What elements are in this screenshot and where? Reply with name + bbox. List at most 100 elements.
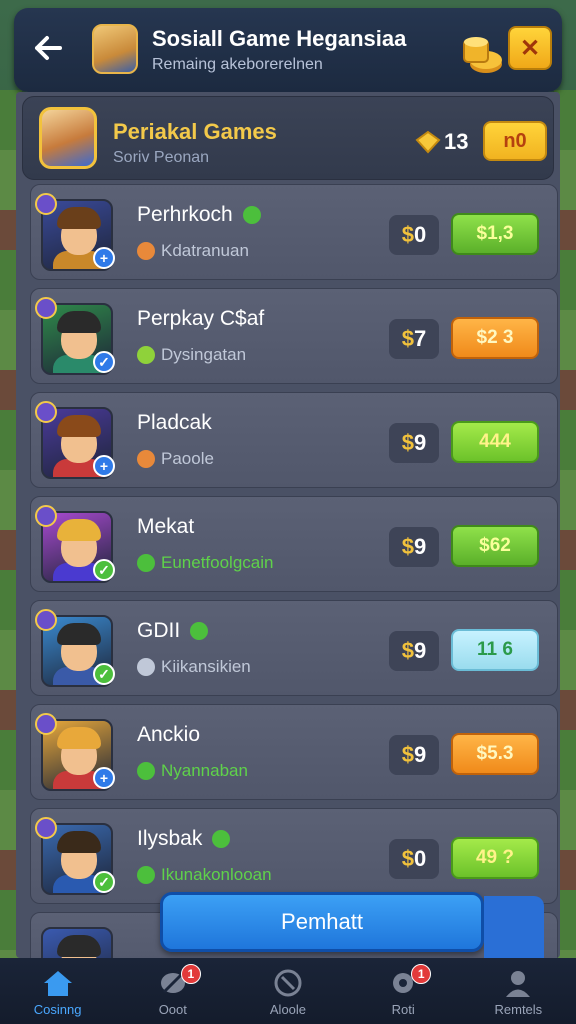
price-value: 9: [414, 430, 427, 455]
gem-icon: [415, 130, 441, 154]
game-row[interactable]: + Perhrkoch Kdatranuan $ 0 $1,3: [30, 184, 558, 280]
game-name-text: GDII: [137, 619, 181, 642]
game-list-panel: Periakal Games Soriv Peonan 13 n0 + Perh…: [16, 92, 560, 958]
game-name-text: Ilysbak: [137, 827, 203, 850]
game-subline: Kiikansikien: [137, 657, 251, 677]
character-hair: [57, 727, 101, 749]
game-subtitle: Ikunakonlooan: [161, 865, 272, 884]
dollar-icon: $: [401, 430, 414, 455]
gold-coins-icon[interactable]: [456, 30, 506, 76]
game-name: Perpkay C$af: [137, 307, 264, 331]
header-subtitle: Soriv Peonan: [113, 149, 210, 166]
game-row[interactable]: ✓ GDII Kiikansikien $ 9 11 6: [30, 600, 558, 696]
game-row[interactable]: + Anckio Nyannaban $ 9 $5.3: [30, 704, 558, 800]
buy-button[interactable]: $1,3: [451, 213, 539, 255]
nav-item-roti[interactable]: Roti 1: [353, 958, 453, 1024]
page-title: Sosiall Game Hegansiaa: [152, 26, 407, 51]
tag-icon: [137, 242, 155, 260]
game-subtitle: Kdatranuan: [161, 241, 249, 260]
online-dot-icon: [242, 206, 261, 225]
cta-side-panel: [484, 896, 544, 958]
nav-item-remtels[interactable]: Remtels: [468, 958, 568, 1024]
rank-badge-icon: [35, 193, 57, 215]
game-subline: Eunetfoolgcain: [137, 553, 273, 573]
dollar-icon: $: [401, 638, 414, 663]
nav-label: Ooot: [158, 1001, 187, 1017]
buy-button[interactable]: 444: [451, 421, 539, 463]
tag-icon: [137, 450, 155, 468]
game-name-text: Anckio: [137, 723, 201, 746]
price-chip: $ 9: [389, 735, 439, 775]
header-action-button[interactable]: n0: [483, 121, 547, 161]
game-row[interactable]: + Pladcak Paoole $ 9 444: [30, 392, 558, 488]
status-badge-icon: +: [93, 247, 115, 269]
game-name-text: Perhrkoch: [137, 203, 233, 226]
game-name-text: Mekat: [137, 515, 195, 538]
price-chip: $ 9: [389, 423, 439, 463]
rank-badge-icon: [35, 297, 57, 319]
game-subtitle: Paoole: [161, 449, 214, 468]
bottom-nav: Cosinng Ooot 1 Aloole Roti 1 Remtels: [0, 958, 576, 1024]
game-subtitle: Nyannaban: [161, 761, 248, 780]
nav-item-aloole[interactable]: Aloole: [238, 958, 338, 1024]
game-row[interactable]: ✓ Perpkay C$af Dysingatan $ 7 $2 3: [30, 288, 558, 384]
back-button[interactable]: [28, 28, 68, 68]
game-name: Pladcak: [137, 411, 212, 435]
price-value: 9: [414, 742, 427, 767]
buy-button[interactable]: 11 6: [451, 629, 539, 671]
arrow-left-icon: [35, 36, 62, 60]
character-hair: [57, 623, 101, 645]
nav-label: Roti: [391, 1001, 415, 1017]
game-subline: Kdatranuan: [137, 241, 249, 261]
character-hair: [57, 519, 101, 541]
game-name: Perhrkoch: [137, 203, 261, 227]
primary-cta-button[interactable]: Pemhatt: [160, 892, 484, 952]
price-value: 9: [414, 638, 427, 663]
close-button[interactable]: ✕: [508, 26, 552, 70]
game-name-text: Pladcak: [137, 411, 212, 434]
game-name: GDII: [137, 619, 209, 643]
notification-badge: 1: [180, 964, 201, 984]
buy-button[interactable]: $5.3: [451, 733, 539, 775]
header-avatar: [39, 107, 97, 169]
game-subtitle: Dysingatan: [161, 345, 247, 364]
buy-button[interactable]: 49 ?: [451, 837, 539, 879]
game-row[interactable]: ✓ Ilysbak Ikunakonlooan $ 0 49 ?: [30, 808, 558, 904]
buy-button[interactable]: $2 3: [451, 317, 539, 359]
player-avatar[interactable]: [92, 24, 138, 74]
notification-badge: 1: [411, 964, 432, 984]
game-thumbnail: [41, 927, 113, 958]
character-hair: [57, 311, 101, 333]
header-title: Periakal Games: [113, 119, 277, 144]
dollar-icon: $: [401, 222, 414, 247]
tag-icon: [137, 554, 155, 572]
nav-item-ooot[interactable]: Ooot 1: [123, 958, 223, 1024]
price-chip: $ 0: [389, 839, 439, 879]
compass-icon: [270, 966, 306, 1000]
game-row[interactable]: ✓ Mekat Eunetfoolgcain $ 9 $62: [30, 496, 558, 592]
buy-button[interactable]: $62: [451, 525, 539, 567]
dollar-icon: $: [401, 846, 414, 871]
header-card: Periakal Games Soriv Peonan 13 n0: [22, 96, 554, 180]
nav-label: Cosinng: [33, 1001, 82, 1017]
online-dot-icon: [190, 622, 209, 641]
nav-label: Remtels: [494, 1001, 543, 1017]
status-badge-icon: ✓: [93, 663, 115, 685]
dollar-icon: $: [401, 326, 414, 351]
game-subline: Nyannaban: [137, 761, 248, 781]
price-value: 0: [414, 846, 427, 871]
top-bar: Sosiall Game Hegansiaa Remaing akeborere…: [14, 8, 562, 92]
tag-icon: [137, 346, 155, 364]
rank-badge-icon: [35, 401, 57, 423]
tag-icon: [137, 866, 155, 884]
gem-count: 13: [415, 125, 475, 159]
page-subtitle: Remaing akeborerelnen: [152, 56, 323, 73]
game-subtitle: Kiikansikien: [161, 657, 251, 676]
status-badge-icon: +: [93, 767, 115, 789]
person-icon: [500, 966, 536, 1000]
price-value: 7: [414, 326, 427, 351]
home-icon: [40, 966, 76, 1000]
game-subline: Paoole: [137, 449, 214, 469]
nav-item-cosinng[interactable]: Cosinng: [8, 958, 108, 1024]
nav-label: Aloole: [269, 1001, 307, 1017]
